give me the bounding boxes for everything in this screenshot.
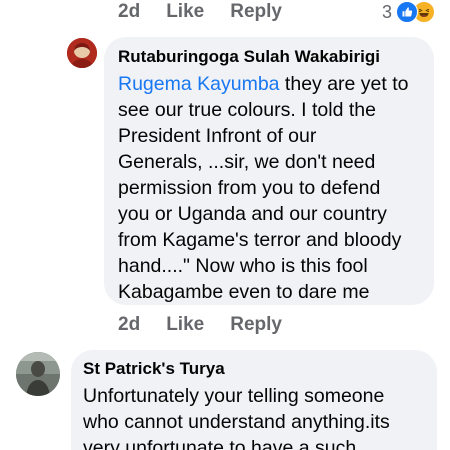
comment-text: Unfortunately your telling someone who ca… [83, 383, 433, 450]
comment-line: you or Uganda and our country [118, 203, 387, 225]
comment-line: Unfortunately your telling someone [83, 385, 385, 407]
comment-text: Rugema Kayumba they are yet to see our tr… [118, 71, 432, 305]
comment-actions: 2d Like Reply [118, 314, 308, 336]
comment-line: very unfortunate to have a such [83, 437, 357, 450]
like-reaction-icon [396, 1, 419, 23]
comment-author[interactable]: Rutaburingoga Sulah Wakabirigi [118, 47, 380, 67]
comment-line: see our true colours. I told the [118, 99, 376, 121]
comment-bubble: St Patrick's Turya Unfortunately your te… [71, 350, 437, 450]
comment-line: who cannot understand anything.its [83, 411, 390, 433]
reaction-summary[interactable]: 3 [382, 1, 436, 23]
comment-time[interactable]: 2d [118, 314, 140, 336]
like-button[interactable]: Like [166, 1, 204, 23]
reaction-count: 3 [382, 1, 393, 22]
comment-time[interactable]: 2d [118, 1, 140, 23]
comment-line: hand...." Now who is this fool [118, 255, 368, 277]
avatar[interactable] [16, 352, 60, 396]
mention-link[interactable]: Rugema Kayumba [118, 73, 280, 95]
comment-line: Kabagambe even to dare me [118, 281, 370, 303]
comment-line: they are yet to [279, 73, 409, 95]
avatar[interactable] [67, 38, 97, 68]
comment-thread: 2d Like Reply 3 Rutaburingoga Sulah Waka [0, 0, 450, 450]
comment-line: President Infront of our [118, 125, 317, 147]
comment-author[interactable]: St Patrick's Turya [83, 359, 225, 379]
comment-line: Generals, ...sir, we don't need [118, 151, 376, 173]
reply-button[interactable]: Reply [230, 1, 282, 23]
comment-bubble: Rutaburingoga Sulah Wakabirigi Rugema Ka… [104, 37, 434, 305]
comment-line: from Kagame's terror and bloody [118, 229, 402, 251]
like-button[interactable]: Like [166, 314, 204, 336]
comment-actions-top: 2d Like Reply [118, 1, 308, 23]
reply-button[interactable]: Reply [230, 314, 282, 336]
comment-line: permission from you to defend [118, 177, 381, 199]
